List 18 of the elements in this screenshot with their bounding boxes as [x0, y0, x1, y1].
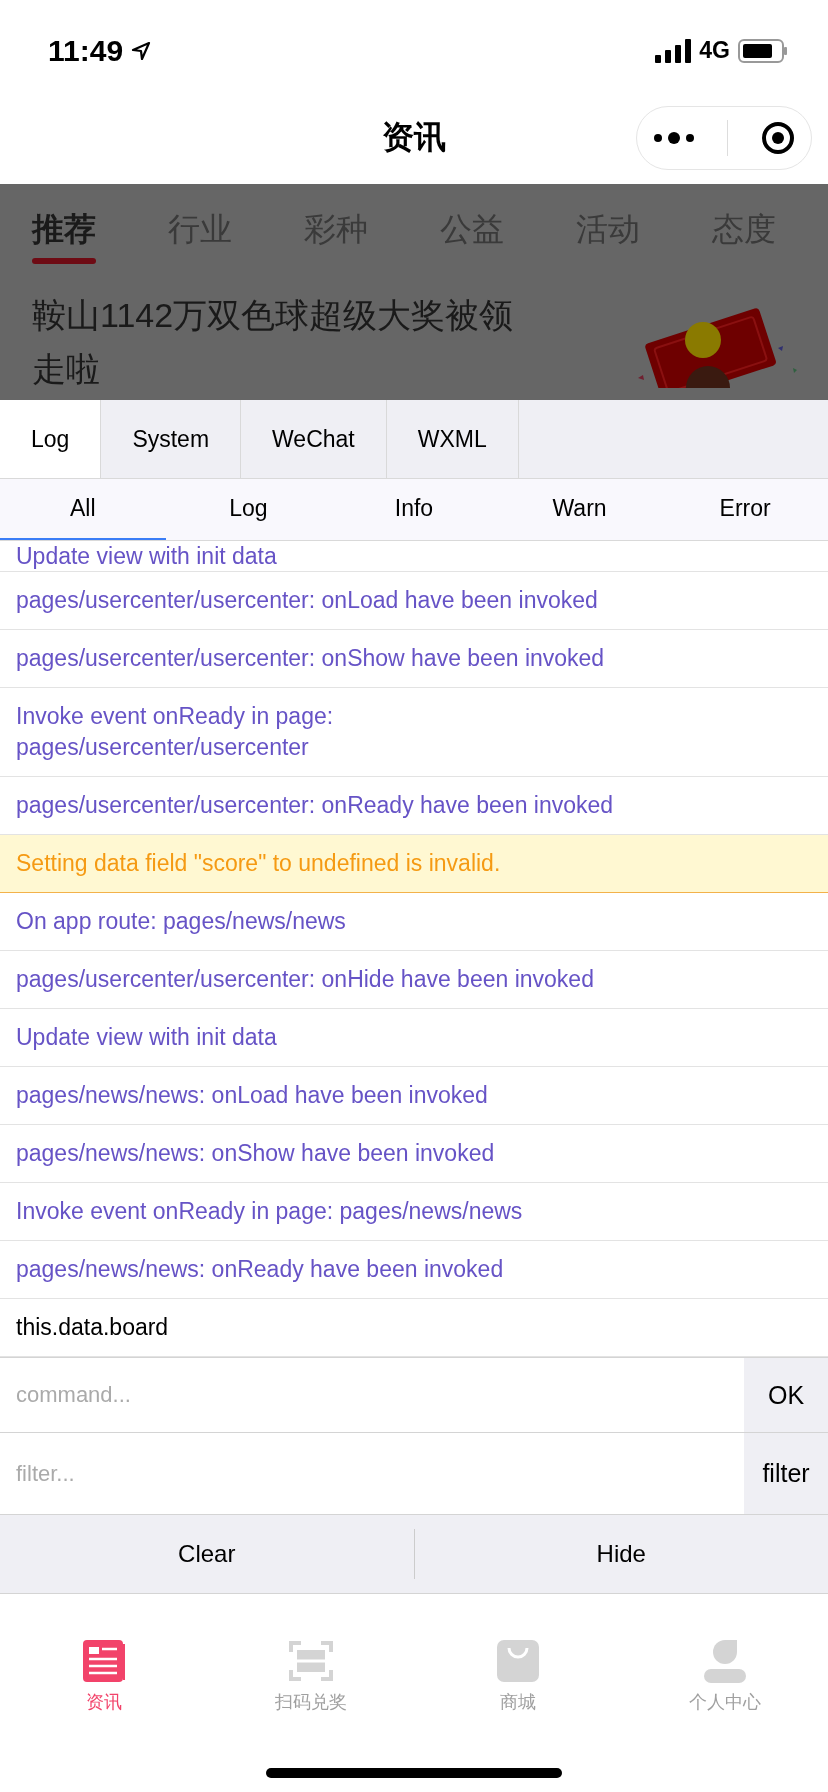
filter-button[interactable]: filter [744, 1433, 828, 1514]
battery-icon [738, 38, 788, 63]
console-tab[interactable]: Log [0, 400, 102, 478]
article-title: 鞍山1142万双色球超级大奖被领走啦 [32, 295, 515, 390]
warning-row: Setting data field "score" to undefined is invalid. [0, 835, 828, 893]
more-button[interactable] [653, 131, 696, 145]
newspaper-icon [80, 1638, 127, 1684]
tab-bar-item[interactable]: 资讯 [0, 1628, 207, 1718]
status-time: 11:49 [48, 33, 124, 68]
scan-icon [287, 1638, 334, 1684]
shopping-bag-icon [494, 1638, 541, 1684]
network-label: 4G [699, 37, 730, 64]
ok-button[interactable]: OK [744, 1358, 828, 1432]
page-title: 资讯 [382, 117, 446, 157]
location-arrow-icon [131, 40, 152, 61]
person-icon [701, 1638, 748, 1684]
signal-icon [655, 38, 692, 63]
close-button[interactable] [760, 121, 795, 155]
